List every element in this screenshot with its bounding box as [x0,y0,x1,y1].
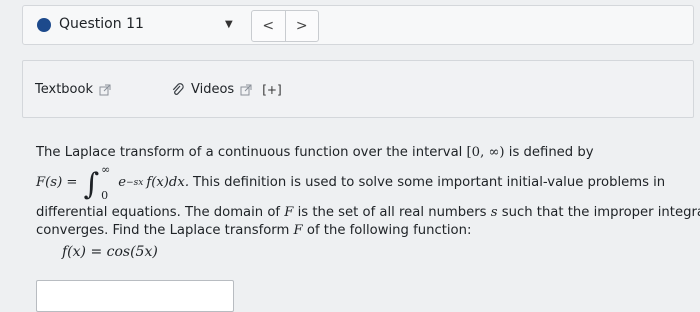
videos-link[interactable]: Videos [+] [171,82,282,97]
line4-text-b: of the following function: [306,223,472,238]
question-selector-label[interactable]: Question 11 [59,16,144,32]
after-integral-text: This definition is used to solve some im… [193,175,666,190]
videos-label: Videos [191,82,235,97]
integral-sign: ∫ [83,167,100,202]
interval-math: [0, ∞) [466,145,505,160]
line3-text-c: such that the improper integral [501,205,700,220]
chevron-down-icon[interactable]: ▼ [225,19,233,30]
line3-F: F [284,205,294,220]
line4-F: F [293,223,303,238]
integral-limits: ∞ 0 [101,164,110,202]
question-navigation-bar: Question 11 ▼ < > [22,5,694,45]
line3-s: s [490,205,498,220]
integrand: f(x)dx. [146,175,190,190]
intro-text: The Laplace transform of a continuous fu… [36,145,463,160]
textbook-label: Textbook [35,82,93,97]
upper-limit: ∞ [101,163,111,176]
problem-line-1: The Laplace transform of a continuous fu… [36,142,691,164]
previous-question-button[interactable]: < [252,11,286,41]
videos-expand-toggle[interactable]: [+] [262,83,281,97]
paperclip-icon [172,82,184,95]
exp-power: −sx [126,178,144,188]
function-definition: f(x) = cos(5x) [62,244,158,260]
question-nav-buttons: < > [251,10,319,42]
problem-statement: The Laplace transform of a continuous fu… [36,142,700,242]
defined-by-text: is defined by [508,145,594,160]
external-link-icon [240,84,252,95]
resources-bar: Textbook Videos [+] [22,60,694,118]
problem-line-2: F(s) = ∫ ∞ 0 e −sx f(x)dx. This definitio… [36,164,691,202]
line4-text-a: converges. Find the Laplace transform [36,223,290,238]
line3-text-a: differential equations. The domain of [36,205,281,220]
laplace-lhs: F(s) = [36,175,78,190]
exp-base: e [118,175,127,190]
textbook-link[interactable]: Textbook [35,82,111,97]
question-status-dot-icon [37,18,51,32]
line3-text-b: is the set of all real numbers [297,205,487,220]
next-question-button[interactable]: > [286,11,319,41]
answer-input[interactable] [36,280,234,312]
external-link-icon [99,84,111,95]
lower-limit: 0 [101,189,109,202]
